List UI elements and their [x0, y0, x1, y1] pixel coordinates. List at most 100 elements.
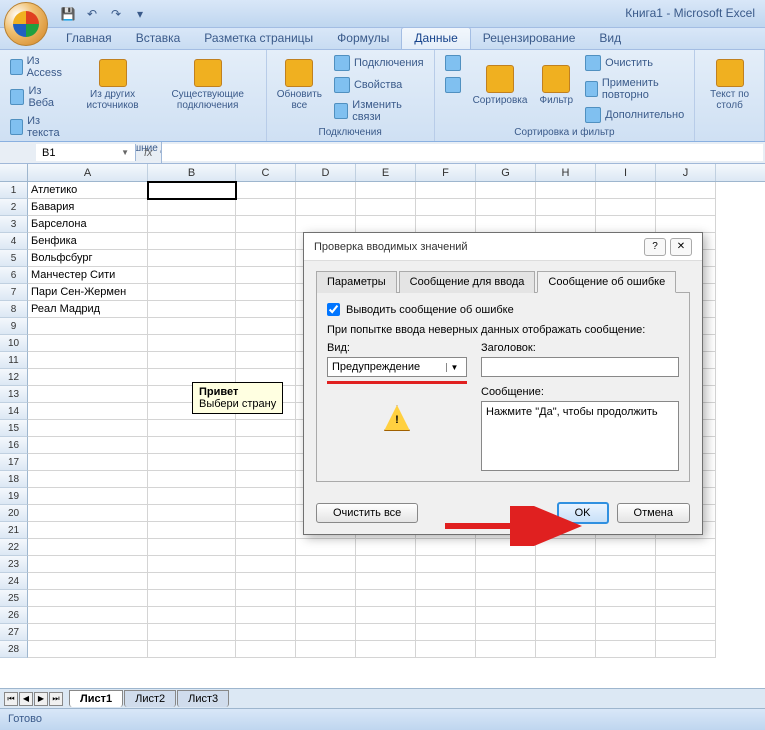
cell[interactable] — [656, 624, 716, 641]
cell[interactable] — [28, 624, 148, 641]
cell[interactable] — [148, 437, 236, 454]
cell[interactable] — [236, 352, 296, 369]
cell[interactable] — [416, 556, 476, 573]
row-header[interactable]: 23 — [0, 556, 28, 573]
cell[interactable] — [148, 454, 236, 471]
sheet-tab-3[interactable]: Лист3 — [177, 690, 229, 707]
cell[interactable] — [236, 539, 296, 556]
cell[interactable] — [236, 233, 296, 250]
cell[interactable] — [416, 607, 476, 624]
row-header[interactable]: 28 — [0, 641, 28, 658]
cell[interactable] — [596, 182, 656, 199]
cell[interactable] — [148, 641, 236, 658]
cell[interactable] — [28, 505, 148, 522]
row-header[interactable]: 26 — [0, 607, 28, 624]
cell[interactable] — [416, 182, 476, 199]
chevron-down-icon[interactable]: ▼ — [121, 148, 129, 157]
dialog-tab-error-msg[interactable]: Сообщение об ошибке — [537, 271, 676, 293]
show-error-checkbox[interactable] — [327, 303, 340, 316]
cell[interactable] — [28, 420, 148, 437]
edit-links-button[interactable]: Изменить связи — [330, 97, 428, 125]
qat-dropdown-icon[interactable]: ▾ — [130, 4, 150, 24]
cell[interactable] — [296, 199, 356, 216]
row-header[interactable]: 27 — [0, 624, 28, 641]
row-header[interactable]: 19 — [0, 488, 28, 505]
kind-select[interactable]: Предупреждение ▼ — [327, 357, 467, 377]
cell[interactable] — [148, 573, 236, 590]
cell[interactable] — [296, 624, 356, 641]
cell[interactable] — [28, 573, 148, 590]
row-header[interactable]: 25 — [0, 590, 28, 607]
cell[interactable] — [416, 624, 476, 641]
cell[interactable] — [148, 199, 236, 216]
cell[interactable] — [148, 590, 236, 607]
cell[interactable] — [536, 199, 596, 216]
cell[interactable]: Атлетико — [28, 182, 148, 199]
cell[interactable] — [148, 284, 236, 301]
cell[interactable] — [296, 590, 356, 607]
sheet-next-icon[interactable]: ▶ — [34, 692, 48, 706]
column-header[interactable]: F — [416, 164, 476, 181]
column-header[interactable]: H — [536, 164, 596, 181]
from-web-button[interactable]: Из Веба — [6, 83, 69, 111]
cell[interactable] — [476, 182, 536, 199]
cell[interactable] — [28, 335, 148, 352]
tab-data[interactable]: Данные — [401, 27, 470, 49]
row-header[interactable]: 20 — [0, 505, 28, 522]
cell[interactable] — [236, 471, 296, 488]
cell[interactable] — [656, 590, 716, 607]
cell[interactable] — [28, 641, 148, 658]
row-header[interactable]: 3 — [0, 216, 28, 233]
properties-button[interactable]: Свойства — [330, 75, 428, 95]
cell[interactable] — [536, 624, 596, 641]
cell[interactable] — [416, 199, 476, 216]
cell[interactable] — [476, 216, 536, 233]
row-header[interactable]: 1 — [0, 182, 28, 199]
cell[interactable] — [236, 318, 296, 335]
cell[interactable] — [148, 420, 236, 437]
cell[interactable] — [356, 182, 416, 199]
cell[interactable] — [148, 624, 236, 641]
cell[interactable] — [236, 641, 296, 658]
text-to-columns-button[interactable]: Текст по столб — [701, 53, 758, 117]
cell[interactable] — [148, 471, 236, 488]
formula-input[interactable] — [162, 144, 763, 161]
cell[interactable] — [28, 488, 148, 505]
cell[interactable] — [536, 573, 596, 590]
cell[interactable] — [236, 182, 296, 199]
redo-icon[interactable]: ↷ — [106, 4, 126, 24]
cell[interactable] — [476, 199, 536, 216]
cell[interactable] — [28, 590, 148, 607]
sheet-first-icon[interactable]: ⏮ — [4, 692, 18, 706]
cell[interactable] — [476, 607, 536, 624]
cell[interactable] — [148, 505, 236, 522]
row-header[interactable]: 18 — [0, 471, 28, 488]
cell[interactable] — [416, 590, 476, 607]
cell[interactable] — [28, 386, 148, 403]
cell[interactable] — [596, 607, 656, 624]
cell[interactable] — [596, 624, 656, 641]
office-button[interactable] — [4, 2, 48, 46]
tab-page-layout[interactable]: Разметка страницы — [192, 28, 325, 49]
row-header[interactable]: 8 — [0, 301, 28, 318]
cell[interactable] — [28, 607, 148, 624]
cell[interactable] — [596, 556, 656, 573]
cell[interactable] — [236, 199, 296, 216]
cell[interactable] — [356, 216, 416, 233]
refresh-all-button[interactable]: Обновить все — [273, 53, 326, 117]
cell[interactable]: Манчестер Сити — [28, 267, 148, 284]
cell[interactable] — [596, 590, 656, 607]
row-header[interactable]: 17 — [0, 454, 28, 471]
cell[interactable] — [416, 641, 476, 658]
cell[interactable]: Вольфсбург — [28, 250, 148, 267]
undo-icon[interactable]: ↶ — [82, 4, 102, 24]
existing-connections-button[interactable]: Существующие подключения — [156, 53, 260, 117]
cell[interactable] — [28, 471, 148, 488]
row-header[interactable]: 2 — [0, 199, 28, 216]
tab-insert[interactable]: Вставка — [124, 28, 193, 49]
cell[interactable] — [236, 573, 296, 590]
cell[interactable] — [536, 182, 596, 199]
cell[interactable] — [476, 641, 536, 658]
cell[interactable] — [148, 539, 236, 556]
message-textarea[interactable] — [481, 401, 679, 471]
